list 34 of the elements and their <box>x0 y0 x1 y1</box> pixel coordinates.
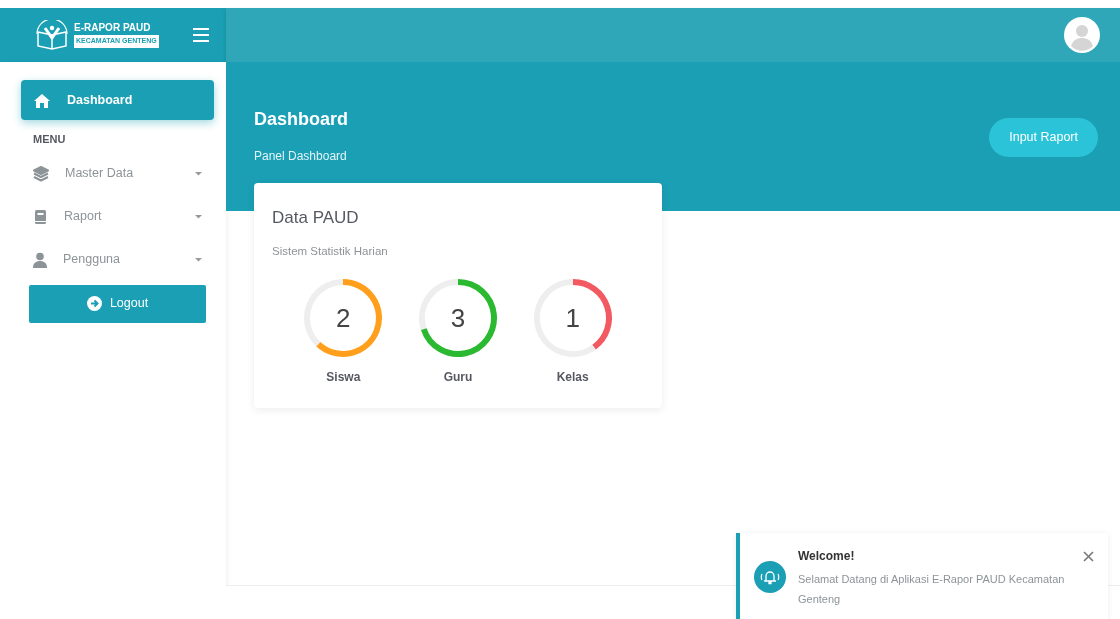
layers-icon <box>33 165 49 182</box>
close-icon <box>1083 551 1094 563</box>
brand-title: E-RAPOR PAUD <box>74 22 151 34</box>
user-icon <box>33 251 47 268</box>
page-title: Dashboard <box>254 108 349 131</box>
stat-value: 3 <box>450 301 466 335</box>
menu-heading: MENU <box>32 132 67 147</box>
input-raport-button[interactable]: Input Raport <box>989 118 1098 157</box>
book-icon <box>33 208 48 225</box>
toast-message: Selamat Datang di Aplikasi E-Rapor PAUD Kecamatan Genteng <box>798 572 1066 607</box>
sidebar-item[interactable]: Pengguna <box>21 239 214 280</box>
sidebar-item[interactable]: Dashboard <box>21 80 214 120</box>
bell-icon <box>754 561 786 593</box>
logout-button[interactable]: Logout <box>29 284 206 323</box>
stat-value: 2 <box>336 301 351 335</box>
caret-icon <box>195 214 202 219</box>
book-logo-icon <box>34 20 70 50</box>
toast-title: Welcome! <box>798 548 856 565</box>
stat-label: Siswa <box>326 368 361 386</box>
arrow-circle-icon <box>86 296 102 311</box>
avatar-icon[interactable] <box>1064 17 1100 53</box>
stat-value: 1 <box>565 301 580 335</box>
sidebar-item[interactable]: Master Data <box>21 153 214 194</box>
stat-label: Guru <box>443 368 473 386</box>
sidebar-item[interactable]: Raport <box>21 196 214 237</box>
menu-button[interactable] <box>192 27 210 43</box>
caret-icon <box>195 171 202 176</box>
house-icon <box>33 91 51 109</box>
stat-label: Kelas <box>556 368 589 386</box>
card-subtitle: Sistem Statistik Harian <box>272 243 389 259</box>
card-title: Data PAUD <box>272 207 360 229</box>
page-subtitle: Panel Dashboard <box>254 148 348 165</box>
caret-icon <box>195 257 202 262</box>
menu-icon <box>192 27 210 43</box>
